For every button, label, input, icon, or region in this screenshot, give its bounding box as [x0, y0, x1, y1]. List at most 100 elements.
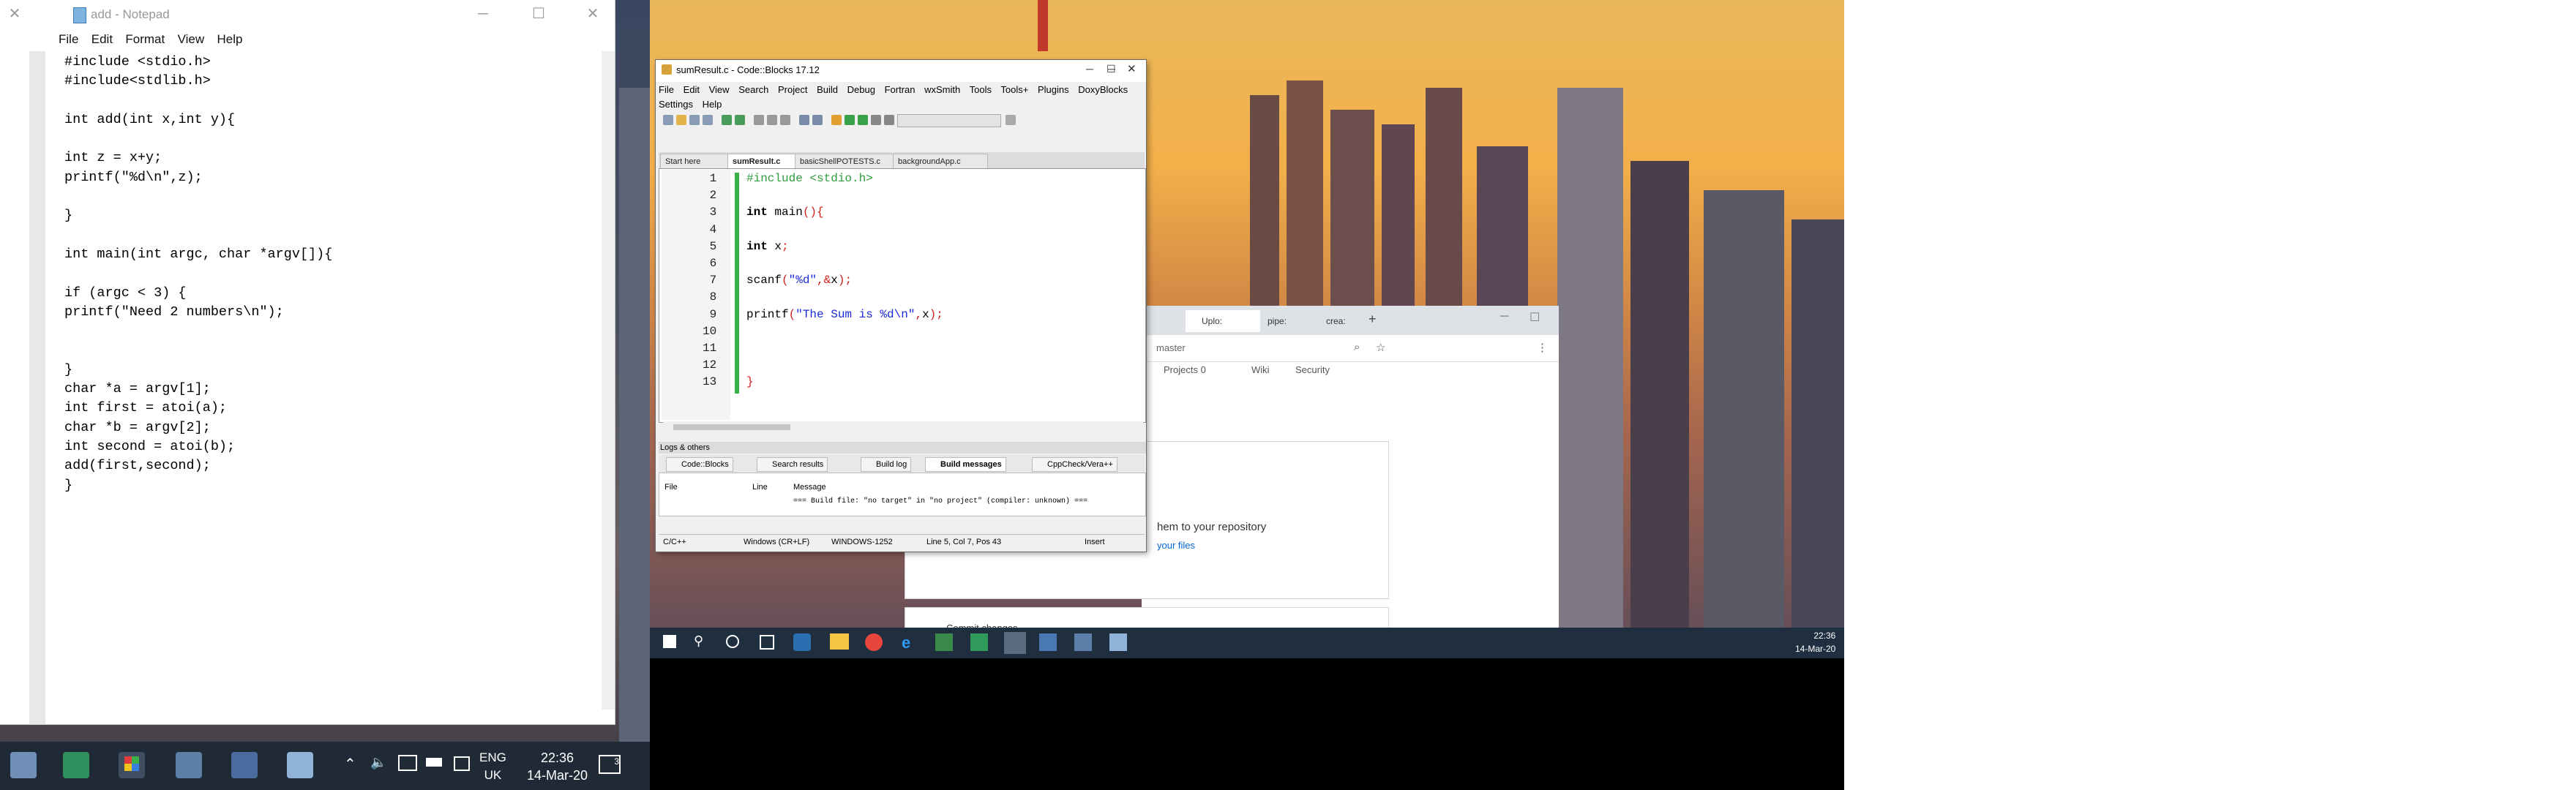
task-view-icon[interactable]: [760, 635, 774, 650]
remote-desktop-icon[interactable]: [1039, 633, 1057, 651]
menu-edit[interactable]: Edit: [91, 29, 113, 50]
browser-tab-create[interactable]: crea:: [1310, 310, 1377, 332]
nav-security[interactable]: Security: [1295, 364, 1330, 375]
menu-view[interactable]: View: [178, 29, 205, 50]
replace-icon[interactable]: [812, 115, 823, 125]
notepad-taskbar-icon[interactable]: [1109, 633, 1127, 651]
file-manager-icon[interactable]: [10, 752, 37, 778]
menu-tools[interactable]: Tools: [970, 84, 992, 95]
clock[interactable]: 22:36 14-Mar-20: [527, 749, 588, 784]
maximize-icon[interactable]: ☐: [1530, 310, 1540, 325]
menu-view[interactable]: View: [709, 84, 730, 95]
chrome-icon[interactable]: [865, 633, 883, 651]
new-tab-icon[interactable]: +: [1368, 312, 1377, 327]
close-icon[interactable]: ✕: [1127, 62, 1137, 75]
copy-icon[interactable]: [767, 115, 777, 125]
notepad-vertical-scrollbar[interactable]: [602, 51, 615, 710]
undo-icon[interactable]: [722, 115, 732, 125]
codeblocks-taskbar-icon[interactable]: [1004, 632, 1026, 654]
menu-wxsmith[interactable]: wxSmith: [924, 84, 960, 95]
network-app-icon[interactable]: [1074, 633, 1092, 651]
run-icon[interactable]: [845, 115, 855, 125]
star-icon[interactable]: ☆: [1376, 341, 1385, 354]
menu-plugins[interactable]: Plugins: [1038, 84, 1069, 95]
menu-build[interactable]: Build: [817, 84, 838, 95]
choose-files-link[interactable]: your files: [1157, 540, 1195, 551]
build-run-icon[interactable]: [858, 115, 868, 125]
find-icon[interactable]: [799, 115, 809, 125]
abort-icon[interactable]: [884, 115, 894, 125]
network-app-icon[interactable]: [231, 752, 258, 778]
clock[interactable]: 22:36 14-Mar-20: [1795, 629, 1835, 655]
log-tab-codeblocks[interactable]: Code::Blocks: [666, 457, 733, 472]
minimize-icon[interactable]: ─: [468, 4, 498, 23]
browser-tab-upload[interactable]: Uplo:: [1186, 310, 1260, 332]
network-icon[interactable]: [454, 756, 470, 771]
save-icon[interactable]: [689, 115, 700, 125]
nav-wiki[interactable]: Wiki: [1251, 364, 1270, 375]
notepad-taskbar-icon[interactable]: [287, 752, 313, 778]
search-icon[interactable]: ⌕: [1354, 341, 1360, 353]
search-icon[interactable]: ⚲: [694, 633, 703, 649]
close-icon[interactable]: ✕: [578, 4, 607, 23]
tab-sumresult[interactable]: sumResult.c: [727, 154, 801, 169]
menu-tools-plus[interactable]: Tools+: [1000, 84, 1028, 95]
log-tab-cppcheck[interactable]: CppCheck/Vera++: [1032, 457, 1117, 472]
settings-icon[interactable]: [1006, 115, 1016, 125]
language-indicator[interactable]: ENG UK: [479, 749, 506, 784]
menu-format[interactable]: Format: [125, 29, 165, 50]
menu-file[interactable]: File: [659, 84, 674, 95]
nav-projects[interactable]: Projects 0: [1164, 364, 1206, 375]
speaker-icon[interactable]: 🔈: [370, 755, 386, 770]
menu-icon[interactable]: ⋮: [1537, 341, 1548, 354]
tab-backgroundapp[interactable]: backgroundApp.c: [893, 154, 988, 169]
save-all-icon[interactable]: [703, 115, 713, 125]
app-icon[interactable]: [935, 633, 953, 651]
browser-address-bar[interactable]: master ⌕ ☆ ⋮: [1142, 335, 1559, 362]
code-text[interactable]: #include <stdio.h> int main(){ int x; sc…: [746, 170, 943, 391]
steam-icon[interactable]: [793, 633, 811, 651]
menu-fortran[interactable]: Fortran: [885, 84, 916, 95]
chevron-up-icon[interactable]: ⌃: [344, 755, 356, 773]
log-tab-build-messages[interactable]: Build messages: [925, 457, 1006, 472]
log-tab-build-log[interactable]: Build log: [861, 457, 912, 472]
minimize-icon[interactable]: ─: [1500, 310, 1508, 323]
menu-settings[interactable]: Settings: [659, 99, 693, 110]
remote-desktop-icon[interactable]: [176, 752, 202, 778]
battery-icon[interactable]: [426, 758, 442, 767]
build-target-select[interactable]: [897, 114, 1001, 127]
webcam-icon[interactable]: [398, 755, 417, 771]
file-explorer-icon[interactable]: [830, 633, 849, 650]
menu-file[interactable]: File: [59, 29, 78, 50]
menu-help[interactable]: Help: [217, 29, 242, 50]
start-icon[interactable]: [663, 635, 676, 648]
notification-icon[interactable]: 3: [599, 755, 621, 774]
open-icon[interactable]: [676, 115, 686, 125]
outer-scrollbar[interactable]: [29, 51, 45, 724]
tab-start-here[interactable]: Start here: [660, 154, 733, 169]
menu-debug[interactable]: Debug: [847, 84, 875, 95]
minimize-icon[interactable]: ─: [1086, 63, 1093, 75]
close-icon[interactable]: ✕: [0, 4, 29, 23]
redo-icon[interactable]: [735, 115, 745, 125]
new-file-icon[interactable]: [663, 115, 673, 125]
tab-basicshell[interactable]: basicShellPOTESTS.c: [795, 154, 899, 169]
notepad-code-text[interactable]: #include <stdio.h> #include<stdlib.h> in…: [64, 53, 332, 495]
browser-tab-pipe[interactable]: pipe:: [1251, 310, 1319, 332]
rebuild-icon[interactable]: [871, 115, 881, 125]
menu-project[interactable]: Project: [778, 84, 807, 95]
paste-icon[interactable]: [780, 115, 790, 125]
maximize-icon[interactable]: ☐: [524, 4, 553, 23]
menu-search[interactable]: Search: [738, 84, 768, 95]
menu-edit[interactable]: Edit: [684, 84, 700, 95]
cut-icon[interactable]: [754, 115, 764, 125]
media-app-icon[interactable]: [63, 752, 89, 778]
codeblocks-taskbar-icon[interactable]: [119, 752, 145, 778]
notepad-titlebar[interactable]: ✕ add - Notepad ─ ☐ ✕: [0, 0, 615, 29]
menu-help[interactable]: Help: [703, 99, 722, 110]
app-icon[interactable]: [970, 633, 988, 651]
maximize-icon[interactable]: ☐: [1107, 63, 1116, 75]
build-messages-panel[interactable]: [659, 473, 1146, 516]
menu-doxyblocks[interactable]: DoxyBlocks: [1078, 84, 1128, 95]
log-tab-search-results[interactable]: Search results: [757, 457, 828, 472]
